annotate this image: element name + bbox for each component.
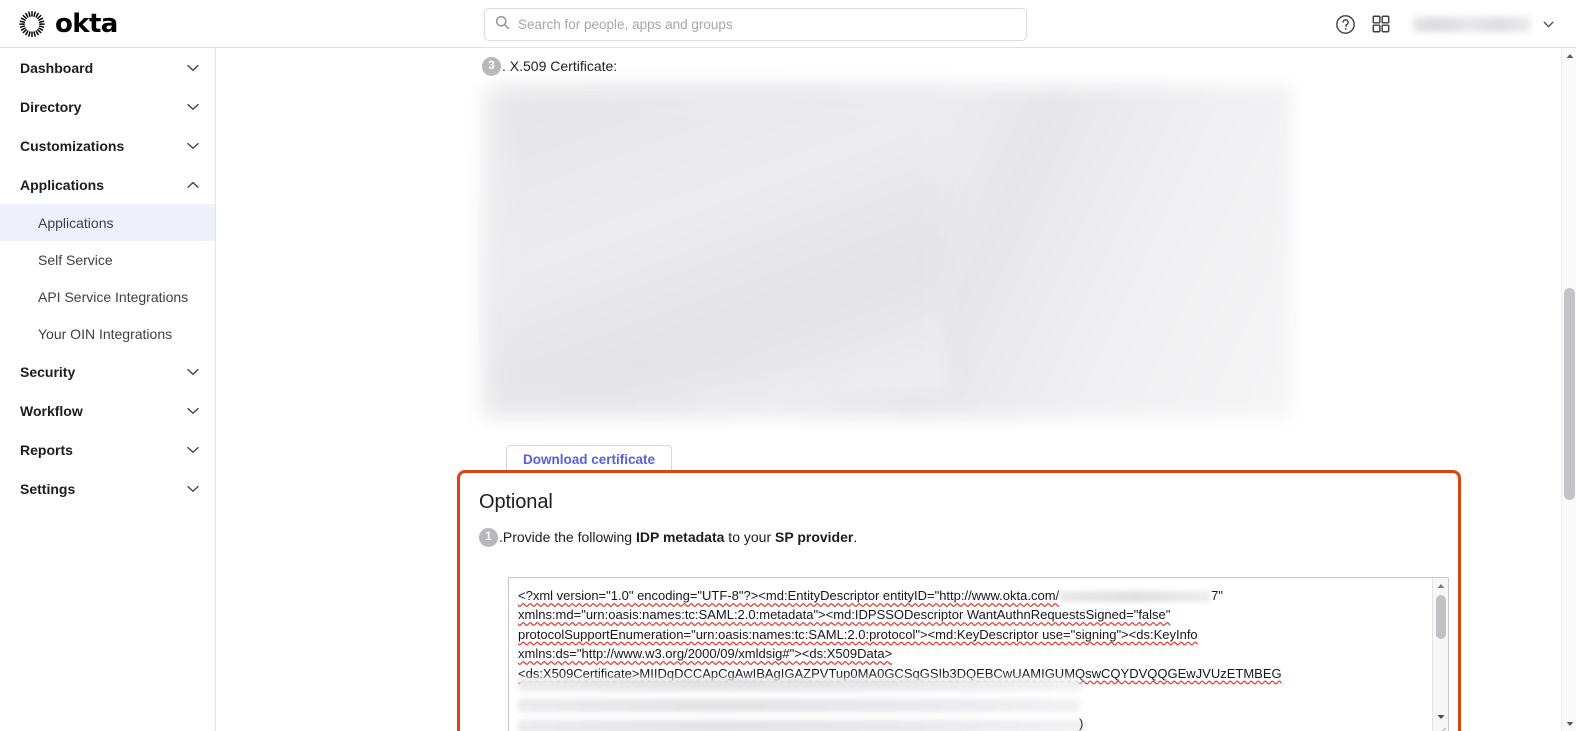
certificate-blur-inner: [496, 92, 946, 392]
chevron-up-icon: [187, 176, 199, 194]
xml-redacted-tail: ): [1079, 716, 1084, 731]
optional-step-row: 1 . Provide the following IDP metadata to…: [479, 527, 1458, 547]
search-icon: [495, 15, 510, 35]
optional-step-text: . Provide the following IDP metadata to y…: [499, 529, 857, 545]
sidebar-item-self-service[interactable]: Self Service: [0, 241, 215, 278]
sidebar-item-settings[interactable]: Settings: [0, 469, 215, 508]
okta-admin-console: okta Search for people, apps and groups …: [0, 0, 1576, 731]
main-content: 3 . X.509 Certificate: Download certific…: [216, 48, 1561, 731]
metadata-scroll-thumb[interactable]: [1436, 595, 1446, 639]
metadata-textarea-scrollbar[interactable]: [1432, 578, 1448, 731]
optional-heading: Optional: [479, 491, 553, 513]
okta-wordmark: okta: [55, 8, 118, 39]
sidebar-label-security: Security: [20, 363, 76, 380]
app-grid-icon[interactable]: [1363, 6, 1399, 42]
sidebar-label-self-service: Self Service: [38, 251, 113, 268]
sidebar-label-applications: Applications: [20, 176, 105, 193]
top-bar-actions: [1327, 0, 1576, 48]
sidebar-item-workflow[interactable]: Workflow: [0, 391, 215, 430]
sidebar-label-dashboard: Dashboard: [20, 59, 94, 76]
sidebar-item-dashboard[interactable]: Dashboard: [0, 48, 215, 87]
chevron-down-icon: [187, 98, 199, 116]
xml-redacted-line-3: [518, 720, 1085, 731]
chevron-down-icon: [187, 59, 199, 77]
certificate-value-redacted[interactable]: [482, 86, 1292, 418]
chevron-down-icon: [187, 441, 199, 459]
chevron-down-icon: [187, 363, 199, 381]
chevron-down-icon: [1543, 21, 1554, 28]
chevron-down-icon: [187, 137, 199, 155]
xml-line-1b: 7": [1211, 588, 1223, 603]
certificate-step-row: 3 . X.509 Certificate:: [216, 51, 1561, 81]
optional-step-bold-sp: SP provider: [775, 529, 854, 545]
xml-redacted-line-2: [518, 699, 1080, 712]
sidebar-label-api-service-integrations: API Service Integrations: [38, 288, 189, 305]
entity-id-redacted: [1060, 591, 1211, 603]
sidebar-item-reports[interactable]: Reports: [0, 430, 215, 469]
global-search[interactable]: [484, 8, 1027, 41]
sidebar-item-applications[interactable]: Applications: [0, 165, 215, 204]
main-sidebar: Dashboard Directory Customizations Appli…: [0, 48, 216, 731]
user-name-redacted: [1413, 16, 1531, 32]
xml-redacted-line-1: [518, 678, 1080, 691]
sidebar-label-workflow: Workflow: [20, 402, 83, 419]
optional-step-part2: to your: [724, 529, 776, 545]
xml-line-3: protocolSupportEnumeration="urn:oasis:na…: [518, 626, 1198, 642]
sidebar-label-applications-list: Applications: [38, 214, 114, 231]
xml-line-4: xmlns:ds="http://www.w3.org/2000/09/xmld…: [518, 646, 893, 662]
page-scrollbar[interactable]: [1561, 48, 1576, 731]
optional-section: Optional 1 . Provide the following IDP me…: [457, 470, 1461, 731]
optional-step-part1: Provide the following: [502, 529, 636, 545]
certificate-label-text: X.509 Certificate:: [509, 58, 618, 74]
sidebar-label-your-oin-integrations: Your OIN Integrations: [38, 325, 173, 342]
sidebar-item-security[interactable]: Security: [0, 352, 215, 391]
search-input[interactable]: [518, 17, 1016, 32]
xml-line-1a: <?xml version="1.0" encoding="UTF-8"?><m…: [518, 588, 1060, 603]
step-badge-3: 3: [482, 56, 501, 76]
help-circle-icon[interactable]: [1327, 6, 1363, 42]
user-menu[interactable]: [1413, 16, 1554, 32]
optional-step-part3: .: [853, 529, 858, 545]
resize-grip-icon[interactable]: [1433, 724, 1447, 731]
sidebar-item-directory[interactable]: Directory: [0, 87, 215, 126]
certificate-step-label: . X.509 Certificate:: [502, 58, 617, 74]
okta-brand[interactable]: okta: [18, 0, 118, 48]
optional-step-bold-idp: IDP metadata: [635, 529, 725, 545]
xml-line-2: xmlns:md="urn:oasis:names:tc:SAML:2.0:me…: [518, 607, 1171, 623]
sidebar-item-api-service-integrations[interactable]: API Service Integrations: [0, 278, 215, 315]
scroll-up-arrow-icon[interactable]: [1562, 48, 1576, 63]
step-badge-1: 1: [479, 527, 498, 547]
chevron-down-icon: [187, 402, 199, 420]
scroll-down-arrow-icon[interactable]: [1433, 709, 1448, 724]
okta-sunburst-logo: [18, 10, 46, 38]
step-separator: .: [502, 58, 506, 74]
sidebar-item-applications-list[interactable]: Applications: [0, 204, 215, 241]
sidebar-label-settings: Settings: [20, 480, 76, 497]
top-navigation-bar: okta: [0, 0, 1576, 48]
sidebar-label-reports: Reports: [20, 441, 73, 458]
page-scroll-thumb[interactable]: [1564, 288, 1575, 500]
chevron-down-icon: [187, 480, 199, 498]
sidebar-item-your-oin-integrations[interactable]: Your OIN Integrations: [0, 315, 215, 352]
scroll-down-arrow-icon[interactable]: [1562, 716, 1576, 731]
idp-metadata-textarea[interactable]: <?xml version="1.0" encoding="UTF-8"?><m…: [508, 577, 1449, 731]
sidebar-label-customizations: Customizations: [20, 137, 125, 154]
idp-metadata-text: <?xml version="1.0" encoding="UTF-8"?><m…: [518, 586, 1426, 683]
sidebar-label-directory: Directory: [20, 98, 82, 115]
sidebar-item-customizations[interactable]: Customizations: [0, 126, 215, 165]
scroll-up-arrow-icon[interactable]: [1433, 578, 1448, 593]
